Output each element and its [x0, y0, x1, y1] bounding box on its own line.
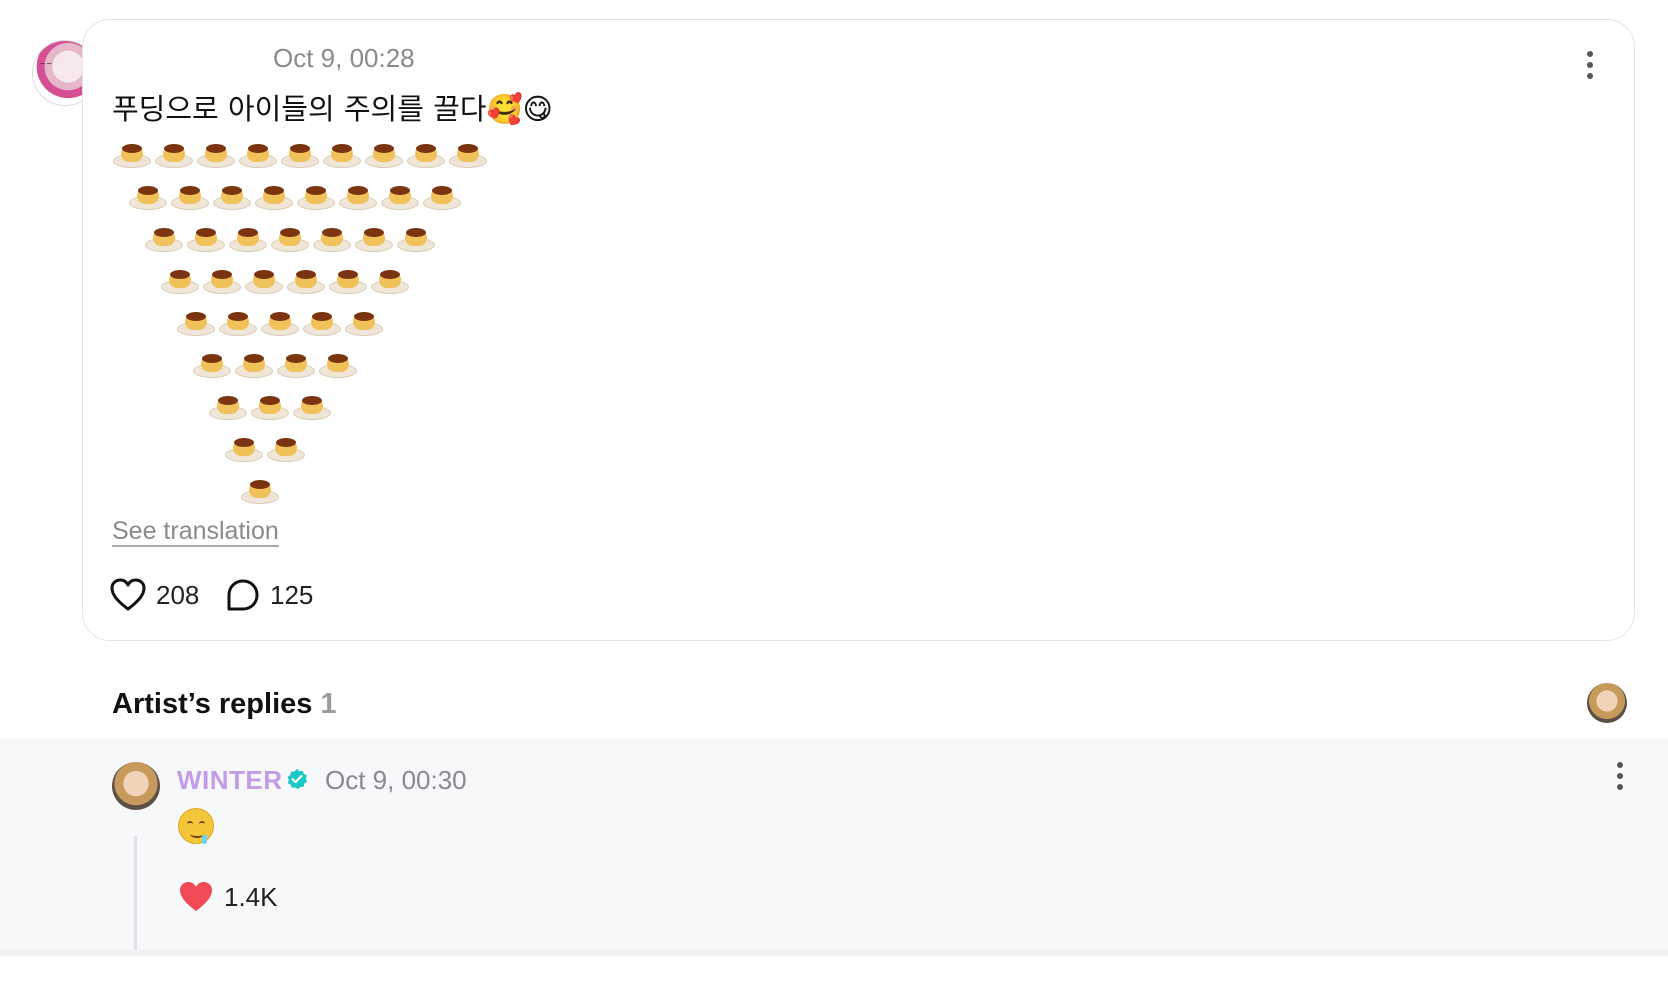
- pudding-emoji-icon: [365, 138, 403, 168]
- pudding-emoji-icon: [261, 306, 299, 336]
- artist-replies-count: 1: [320, 688, 337, 720]
- pudding-emoji-icon: [319, 348, 357, 378]
- comment-count: 125: [270, 579, 314, 610]
- pudding-emoji-icon: [303, 306, 341, 336]
- reply-author-name[interactable]: WINTER: [177, 765, 283, 796]
- pudding-emoji-icon: [197, 138, 235, 168]
- pudding-emoji-icon: [281, 138, 319, 168]
- thread-line: [134, 836, 137, 950]
- pudding-emoji-icon: [313, 222, 351, 252]
- pudding-emoji-icon: [271, 222, 309, 252]
- pudding-emoji-icon: [323, 138, 361, 168]
- pudding-emoji-icon: [161, 264, 199, 294]
- pudding-emoji-icon: [155, 138, 193, 168]
- pudding-emoji-icon: [407, 138, 445, 168]
- post-timestamp: Oct 9, 00:28: [273, 43, 415, 73]
- pudding-emoji-icon: [129, 180, 167, 210]
- reply-like-count: 1.4K: [224, 881, 278, 912]
- drooling-face-icon: [178, 808, 214, 844]
- pudding-emoji-icon: [397, 222, 435, 252]
- pudding-emoji-icon: [245, 264, 283, 294]
- pudding-emoji-icon: [423, 180, 461, 210]
- verified-badge-icon: [287, 769, 307, 790]
- pudding-emoji-icon: [255, 180, 293, 210]
- pudding-emoji-icon: [297, 180, 335, 210]
- comment-button[interactable]: 125: [226, 578, 313, 612]
- post-text: 푸딩으로 아이들의 주의를 끌다🥰😋: [112, 92, 553, 126]
- pudding-emoji-icon: [193, 348, 231, 378]
- pudding-emoji-icon: [339, 180, 377, 210]
- pudding-emoji-icon: [267, 432, 305, 462]
- heart-filled-icon: [180, 882, 212, 911]
- pudding-emoji-icon: [381, 180, 419, 210]
- pudding-emoji-icon: [235, 348, 273, 378]
- comment-bubble-icon: [227, 579, 259, 611]
- pudding-emoji-icon: [371, 264, 409, 294]
- like-count: 208: [156, 579, 200, 610]
- pudding-emoji-icon: [219, 306, 257, 336]
- artist-replies-heading: Artist’s replies 1: [112, 688, 337, 721]
- reply-more-icon[interactable]: [1608, 758, 1632, 794]
- avatar-doodle: ~~: [39, 59, 53, 68]
- pudding-emoji-icon: [171, 180, 209, 210]
- pudding-emoji-icon: [145, 222, 183, 252]
- see-translation-link[interactable]: See translation: [112, 517, 279, 546]
- pudding-emoji-icon: [187, 222, 225, 252]
- pudding-emoji-icon: [239, 138, 277, 168]
- pudding-emoji-icon: [355, 222, 393, 252]
- reply-timestamp: Oct 9, 00:30: [325, 765, 467, 795]
- reply-author-avatar[interactable]: [112, 762, 160, 810]
- pudding-emoji-icon: [251, 390, 289, 420]
- pudding-emoji-icon: [213, 180, 251, 210]
- heart-outline-icon: [110, 578, 146, 611]
- post-more-icon[interactable]: [1578, 47, 1602, 83]
- reply-like-button[interactable]: 1.4K: [178, 880, 278, 914]
- pudding-emoji-icon: [203, 264, 241, 294]
- bottom-divider: [0, 950, 1668, 956]
- pudding-emoji-icon: [345, 306, 383, 336]
- pudding-emoji-icon: [225, 432, 263, 462]
- like-button[interactable]: 208: [110, 578, 199, 612]
- artist-replies-title: Artist’s replies: [112, 688, 313, 720]
- pudding-emoji-icon: [241, 474, 279, 504]
- pudding-emoji-icon: [209, 390, 247, 420]
- artist-avatar-small[interactable]: [1587, 683, 1627, 723]
- pudding-emoji-icon: [177, 306, 215, 336]
- pudding-emoji-icon: [287, 264, 325, 294]
- pudding-emoji-icon: [293, 390, 331, 420]
- pudding-emoji-icon: [113, 138, 151, 168]
- pudding-emoji-icon: [229, 222, 267, 252]
- pudding-emoji-icon: [449, 138, 487, 168]
- pudding-emoji-icon: [329, 264, 367, 294]
- pudding-emoji-icon: [277, 348, 315, 378]
